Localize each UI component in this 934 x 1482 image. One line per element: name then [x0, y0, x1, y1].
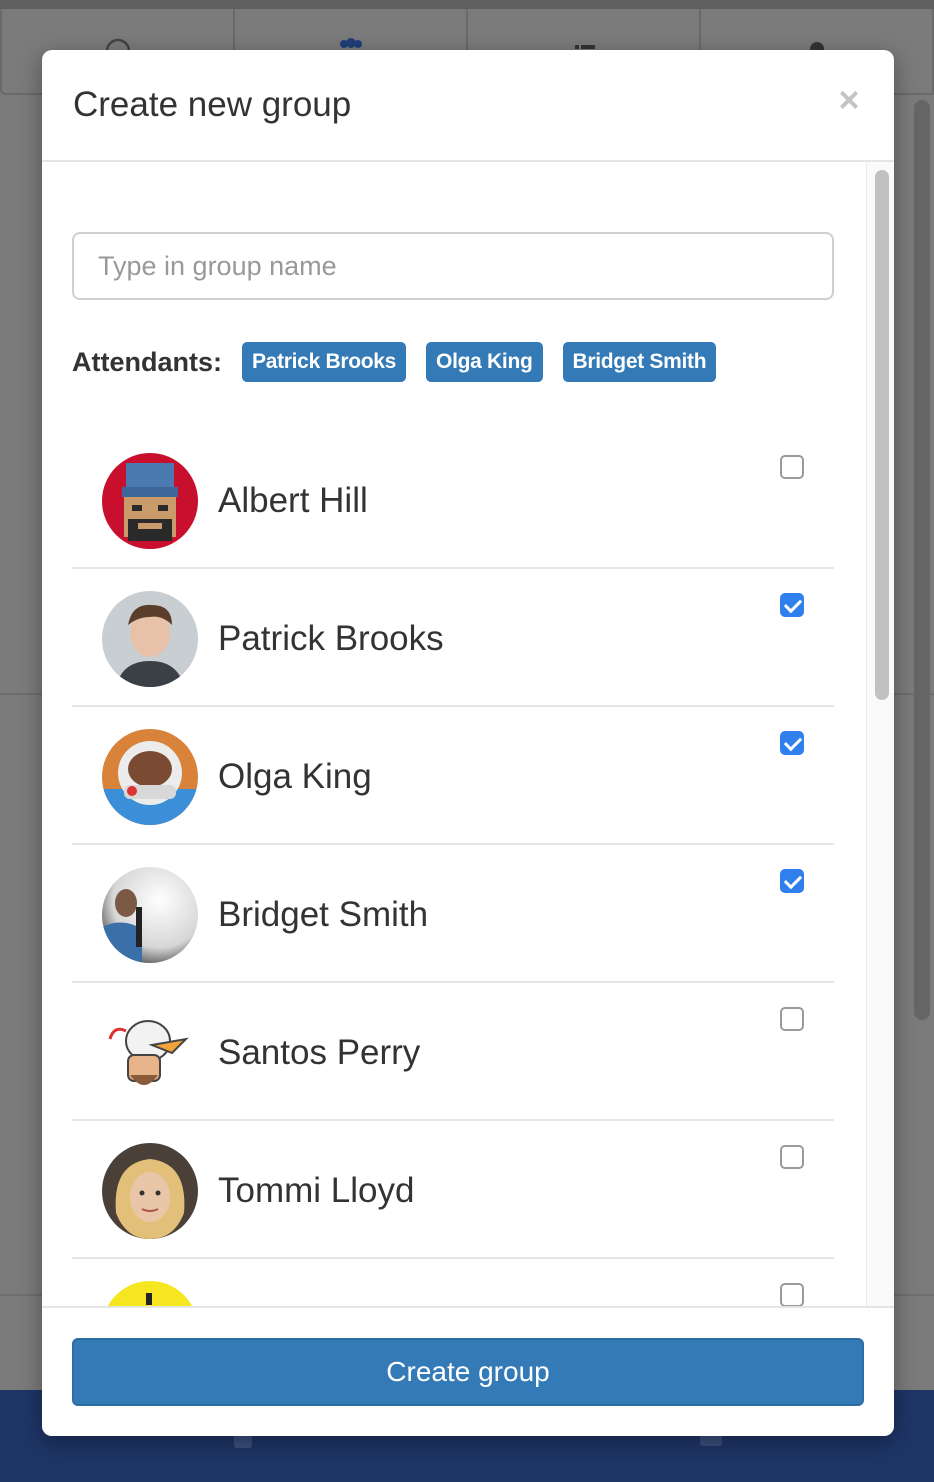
close-button[interactable]: ×: [834, 82, 864, 118]
dialog-footer: Create group: [42, 1306, 894, 1436]
user-row[interactable]: Bridget Smith: [72, 845, 834, 983]
avatar-pixel-man-icon: [102, 453, 198, 549]
background-top-bar: [0, 0, 934, 9]
avatar: [102, 867, 198, 963]
user-row[interactable]: Olga King: [72, 707, 834, 845]
avatar-photo-woman-icon: [102, 1143, 198, 1239]
user-name: Santos Perry: [218, 1033, 421, 1072]
avatar-duck-cartoon-icon: [102, 1005, 198, 1101]
user-select-checkbox[interactable]: [780, 593, 804, 617]
attendant-tag[interactable]: Bridget Smith: [562, 342, 717, 382]
avatar: [102, 729, 198, 825]
user-name: Tommi Lloyd: [218, 1171, 415, 1210]
dialog-scrollbar-thumb[interactable]: [875, 170, 889, 700]
dialog-header: Create new group ×: [42, 50, 894, 162]
avatar-astronaut-icon: [102, 729, 198, 825]
user-row[interactable]: Albert Hill: [72, 431, 834, 569]
users-icon: [339, 38, 362, 48]
avatar: [102, 1143, 198, 1239]
dialog-body: Attendants: Patrick Brooks Olga King Bri…: [42, 162, 894, 1306]
create-group-button[interactable]: Create group: [72, 1338, 864, 1406]
user-select-checkbox[interactable]: [780, 1145, 804, 1169]
attendant-tag[interactable]: Patrick Brooks: [242, 342, 407, 382]
user-row[interactable]: [72, 1259, 834, 1306]
user-name: Patrick Brooks: [218, 619, 444, 658]
user-select-checkbox[interactable]: [780, 869, 804, 893]
attendant-tag[interactable]: Olga King: [426, 342, 543, 382]
user-row[interactable]: Patrick Brooks: [72, 569, 834, 707]
avatar-photo-sphere-icon: [102, 867, 198, 963]
gear-icon: [809, 42, 824, 51]
avatar: [102, 453, 198, 549]
user-row[interactable]: Santos Perry: [72, 983, 834, 1121]
background-scrollbar: [914, 100, 930, 1020]
user-select-checkbox[interactable]: [780, 1283, 804, 1306]
dialog-title: Create new group: [73, 85, 352, 124]
avatar-photo-man-icon: [102, 591, 198, 687]
user-select-checkbox[interactable]: [780, 1007, 804, 1031]
group-name-input[interactable]: [72, 232, 834, 300]
user-name: Olga King: [218, 757, 372, 796]
avatar: [102, 1281, 198, 1306]
avatar: [102, 1005, 198, 1101]
chat-icon: [105, 38, 130, 51]
dialog-scrollbar[interactable]: [866, 162, 894, 1306]
avatar-yellow-smiley-icon: [102, 1281, 198, 1306]
user-select-checkbox[interactable]: [780, 455, 804, 479]
user-list: Albert Hill Patrick Brooks Olga King Bri…: [72, 431, 834, 1306]
attendants-row: Attendants: Patrick Brooks Olga King Bri…: [72, 342, 736, 382]
avatar: [102, 591, 198, 687]
list-icon: [574, 45, 595, 49]
user-row[interactable]: Tommi Lloyd: [72, 1121, 834, 1259]
user-name: Bridget Smith: [218, 895, 429, 934]
create-group-dialog: Create new group × Attendants: Patrick B…: [42, 50, 894, 1436]
user-select-checkbox[interactable]: [780, 731, 804, 755]
user-name: Albert Hill: [218, 481, 368, 520]
attendants-label: Attendants:: [72, 346, 222, 377]
